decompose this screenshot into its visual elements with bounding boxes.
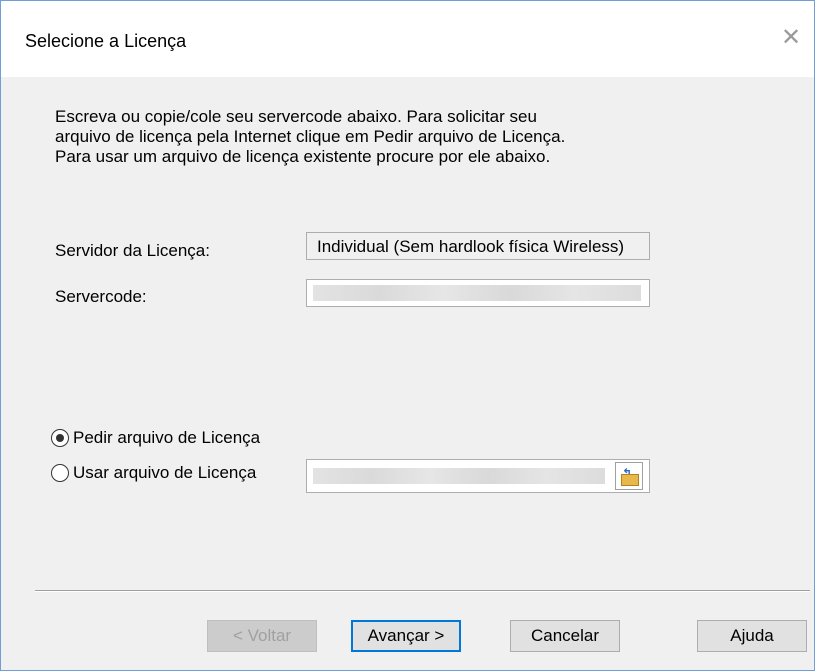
request-license-option[interactable]: Pedir arquivo de Licença bbox=[51, 426, 260, 450]
redacted-license-path bbox=[313, 468, 605, 484]
close-icon[interactable]: ✕ bbox=[776, 23, 806, 53]
license-dialog: Selecione a Licença ✕ Escreva ou copie/c… bbox=[0, 0, 815, 671]
instructions-text: Escreva ou copie/cole seu servercode aba… bbox=[55, 107, 715, 167]
folder-icon bbox=[621, 474, 639, 486]
server-field: Individual (Sem hardlook física Wireless… bbox=[306, 232, 650, 260]
dialog-body: Escreva ou copie/cole seu servercode aba… bbox=[1, 77, 814, 670]
use-license-option[interactable]: Usar arquivo de Licença bbox=[51, 461, 256, 485]
back-button[interactable]: < Voltar bbox=[207, 620, 317, 652]
help-button[interactable]: Ajuda bbox=[697, 620, 807, 652]
request-license-label: Pedir arquivo de Licença bbox=[73, 428, 261, 447]
license-file-field[interactable]: ↰ bbox=[306, 459, 650, 493]
servercode-input[interactable] bbox=[306, 279, 650, 307]
title-bar: Selecione a Licença ✕ bbox=[1, 1, 814, 77]
server-value: Individual (Sem hardlook física Wireless… bbox=[317, 237, 625, 256]
next-button[interactable]: Avançar > bbox=[351, 620, 461, 652]
instructions-line: Escreva ou copie/cole seu servercode aba… bbox=[55, 107, 537, 126]
servercode-label: Servercode: bbox=[55, 287, 147, 306]
use-license-radio[interactable] bbox=[51, 464, 69, 482]
use-license-label: Usar arquivo de Licença bbox=[73, 463, 257, 482]
server-label: Servidor da Licença: bbox=[55, 241, 210, 260]
request-license-radio[interactable] bbox=[51, 429, 69, 447]
instructions-line: Para usar um arquivo de licença existent… bbox=[55, 147, 551, 166]
separator bbox=[35, 590, 810, 592]
dialog-title: Selecione a Licença bbox=[25, 31, 187, 51]
redacted-servercode bbox=[313, 285, 641, 301]
instructions-line: arquivo de licença pela Internet clique … bbox=[55, 127, 566, 146]
folder-open-icon[interactable]: ↰ bbox=[615, 462, 643, 490]
cancel-button[interactable]: Cancelar bbox=[510, 620, 620, 652]
